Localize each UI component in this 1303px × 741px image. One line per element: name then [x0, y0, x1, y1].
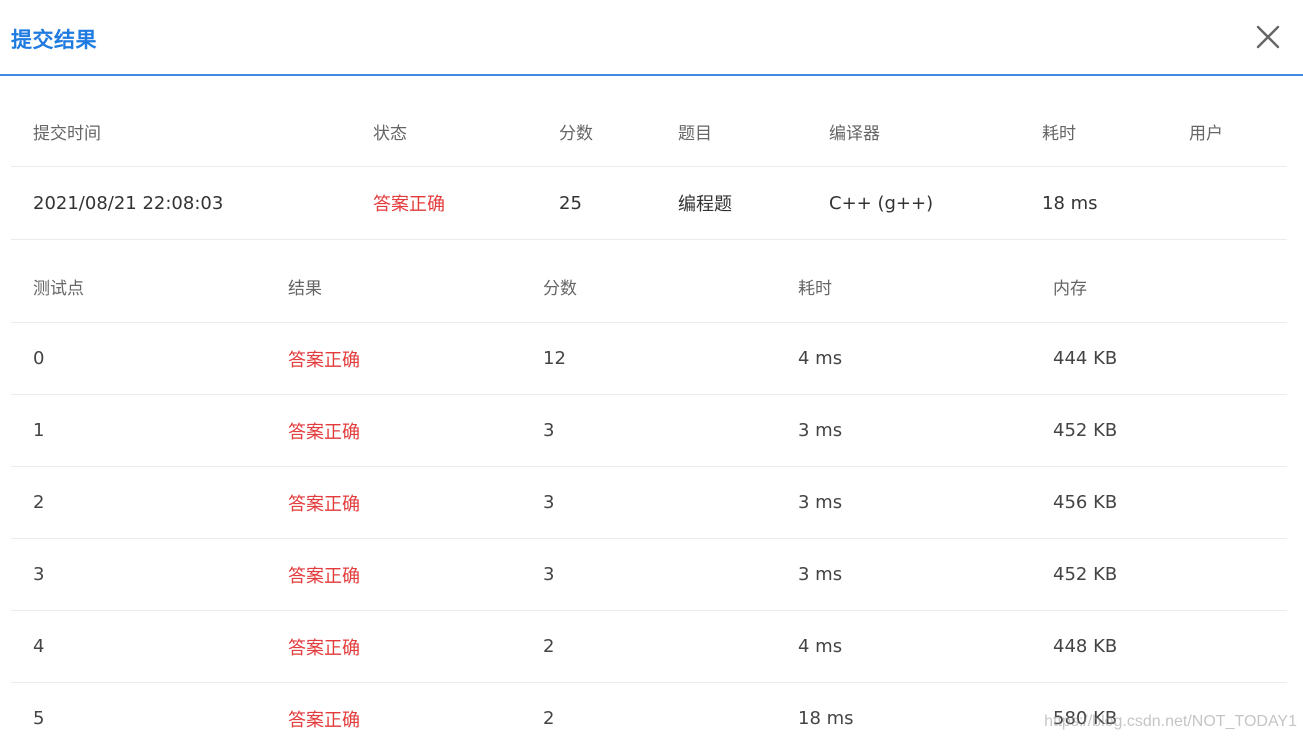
- dialog-header: 提交结果: [0, 0, 1303, 76]
- submit-time: 2021/08/21 22:08:03: [11, 166, 351, 240]
- header-memory: 内存: [1031, 251, 1287, 323]
- table-row: 3 答案正确 3 3 ms 452 KB: [11, 538, 1287, 611]
- status-label: 答案正确: [351, 166, 537, 240]
- header-status: 状态: [351, 96, 537, 167]
- header-compiler: 编译器: [807, 96, 1020, 167]
- header-submit-time: 提交时间: [11, 96, 351, 167]
- testcase-memory: 444 KB: [1031, 322, 1287, 395]
- summary-header-row: 提交时间 状态 分数 题目 编译器 耗时 用户: [11, 96, 1287, 167]
- testcase-id: 2: [11, 466, 266, 539]
- header-time: 耗时: [776, 251, 1031, 323]
- testcase-memory: 580 KB: [1031, 682, 1287, 741]
- testcase-result: 答案正确: [266, 466, 521, 539]
- testcase-table: 测试点 结果 分数 耗时 内存 0 答案正确 12 4 ms 444 KB 1 …: [11, 251, 1287, 741]
- table-row: 1 答案正确 3 3 ms 452 KB: [11, 394, 1287, 467]
- table-row: 0 答案正确 12 4 ms 444 KB: [11, 322, 1287, 395]
- testcase-id: 1: [11, 394, 266, 467]
- testcase-id: 4: [11, 610, 266, 683]
- summary-row: 2021/08/21 22:08:03 答案正确 25 编程题 C++ (g++…: [11, 166, 1287, 240]
- table-row: 2 答案正确 3 3 ms 456 KB: [11, 466, 1287, 539]
- testcase-time: 3 ms: [776, 466, 1031, 539]
- testcase-memory: 452 KB: [1031, 538, 1287, 611]
- user-value: [1167, 166, 1287, 240]
- testcase-time: 3 ms: [776, 538, 1031, 611]
- testcase-id: 0: [11, 322, 266, 395]
- testcase-score: 2: [521, 682, 776, 741]
- testcase-id: 3: [11, 538, 266, 611]
- table-row: 5 答案正确 2 18 ms 580 KB: [11, 682, 1287, 741]
- testcase-result: 答案正确: [266, 610, 521, 683]
- submission-summary-table: 提交时间 状态 分数 题目 编译器 耗时 用户 2021/08/21 22:08…: [11, 96, 1287, 240]
- header-testcase: 测试点: [11, 251, 266, 323]
- problem-link[interactable]: 编程题: [656, 166, 807, 240]
- header-duration: 耗时: [1020, 96, 1167, 167]
- testcase-score: 2: [521, 610, 776, 683]
- testcase-result: 答案正确: [266, 538, 521, 611]
- testcase-id: 5: [11, 682, 266, 741]
- dialog-title: 提交结果: [11, 28, 97, 52]
- header-score: 分数: [537, 96, 656, 167]
- table-row: 4 答案正确 2 4 ms 448 KB: [11, 610, 1287, 683]
- testcase-header-row: 测试点 结果 分数 耗时 内存: [11, 251, 1287, 323]
- testcase-memory: 448 KB: [1031, 610, 1287, 683]
- testcase-time: 4 ms: [776, 322, 1031, 395]
- testcase-memory: 452 KB: [1031, 394, 1287, 467]
- duration-value: 18 ms: [1020, 166, 1167, 240]
- testcase-result: 答案正确: [266, 322, 521, 395]
- testcase-time: 18 ms: [776, 682, 1031, 741]
- compiler-value: C++ (g++): [807, 166, 1020, 240]
- header-problem: 题目: [656, 96, 807, 167]
- testcase-time: 4 ms: [776, 610, 1031, 683]
- testcase-score: 12: [521, 322, 776, 395]
- submission-result-dialog: 提交结果 提交时间 状态 分数 题目 编译器 耗时 用户 2021/08/21 …: [0, 0, 1303, 741]
- testcase-time: 3 ms: [776, 394, 1031, 467]
- header-result: 结果: [266, 251, 521, 323]
- testcase-memory: 456 KB: [1031, 466, 1287, 539]
- header-score: 分数: [521, 251, 776, 323]
- testcase-score: 3: [521, 538, 776, 611]
- header-user: 用户: [1167, 96, 1287, 167]
- close-icon[interactable]: [1255, 24, 1281, 50]
- testcase-result: 答案正确: [266, 394, 521, 467]
- score-value: 25: [537, 166, 656, 240]
- testcase-result: 答案正确: [266, 682, 521, 741]
- testcase-score: 3: [521, 394, 776, 467]
- testcase-score: 3: [521, 466, 776, 539]
